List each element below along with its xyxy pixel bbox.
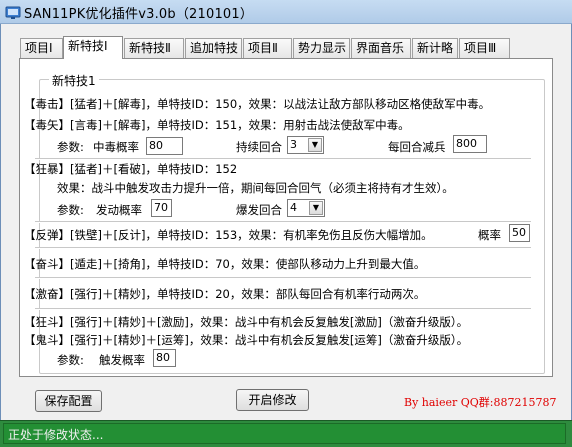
frenzy-duration-label: 爆发回合	[236, 203, 282, 217]
skill-frenzy: 【狂暴】[猛者]＋[看破]，单特技ID：152	[24, 162, 238, 176]
group-title: 新特技1	[49, 72, 99, 89]
title-bar[interactable]: SAN11PK优化插件v3.0b（210101）	[0, 0, 572, 24]
tab-new-strategy[interactable]: 新计略	[412, 38, 458, 58]
save-config-button[interactable]: 保存配置	[35, 390, 102, 412]
chevron-down-icon[interactable]: ▼	[309, 201, 323, 215]
skill-fury: 【狂斗】[强行]＋[精妙]＋[激励]，效果：战斗中有机会反复触发[激励]（激奋升…	[24, 315, 469, 329]
tab-project-3[interactable]: 项目Ⅲ	[459, 38, 510, 58]
tab-project-2[interactable]: 项目Ⅱ	[243, 38, 292, 58]
tab-added-skills[interactable]: 追加特技	[185, 38, 242, 58]
divider	[35, 158, 531, 160]
tab-ui-music[interactable]: 界面音乐	[351, 38, 411, 58]
tab-new-skill-2[interactable]: 新特技Ⅱ	[124, 38, 184, 58]
divider	[35, 308, 531, 310]
poison-rate-input[interactable]: 80	[146, 137, 183, 155]
poison-rate-label: 中毒概率	[93, 140, 139, 154]
divider	[35, 247, 531, 249]
app-icon	[5, 6, 21, 19]
author-credit: By haieer QQ群:887215787	[404, 396, 557, 409]
frenzy-rate-input[interactable]: 70	[151, 199, 172, 217]
rebound-rate-input[interactable]: 50	[509, 224, 530, 242]
frenzy-duration-value: 4	[290, 201, 297, 214]
fury-rate-input[interactable]: 80	[153, 349, 176, 367]
divider	[35, 277, 531, 279]
divider	[35, 221, 531, 223]
rebound-rate-label: 概率	[478, 228, 501, 242]
poison-reduce-input[interactable]: 800	[453, 135, 487, 153]
tab-faction-display[interactable]: 势力显示	[293, 38, 350, 58]
frenzy-duration-select[interactable]: 4 ▼	[287, 199, 325, 217]
status-text: 正处于修改状态...	[8, 428, 104, 442]
param-label: 参数:	[57, 203, 84, 217]
status-panel: 正处于修改状态...	[3, 423, 566, 444]
skill-ghost: 【鬼斗】[强行]＋[精妙]＋[运筹]，效果：战斗中有机会反复触发[运筹]（激奋升…	[24, 333, 469, 347]
status-bar: 正处于修改状态...	[0, 420, 572, 447]
tab-new-skill-1[interactable]: 新特技Ⅰ	[63, 36, 123, 59]
tab-project-1[interactable]: 项目Ⅰ	[20, 38, 63, 58]
frenzy-rate-label: 发动概率	[96, 203, 142, 217]
skill-poison-arrow: 【毒矢】[言毒]＋[解毒]，单特技ID：151，效果：用射击战法使敌军中毒。	[24, 118, 410, 132]
param-label: 参数:	[57, 353, 84, 367]
poison-duration-value: 3	[290, 138, 297, 151]
poison-duration-label: 持续回合	[236, 140, 282, 154]
poison-duration-select[interactable]: 3 ▼	[287, 136, 324, 154]
skill-charge: 【奋斗】[遁走]＋[掎角]，单特技ID：70，效果：使部队移动力上升到最大值。	[24, 257, 426, 271]
skill-excite: 【激奋】[强行]＋[精妙]，单特技ID：20，效果：部队每回合有机率行动两次。	[24, 287, 426, 301]
skill-rebound: 【反弹】[铁壁]＋[反计]，单特技ID：153，效果：有机率免伤且反伤大幅增加。	[24, 228, 433, 242]
param-label: 参数:	[57, 140, 84, 154]
tab-panel-new-skill-1: 新特技1 【毒击】[猛者]＋[解毒]，单特技ID：150，效果：以战法让敌方部队…	[19, 58, 553, 377]
skill-frenzy-effect: 效果：战斗中触发攻击力提升一倍，期间每回合回气（必须主将持有才生效）。	[57, 181, 454, 195]
skill-poison-strike: 【毒击】[猛者]＋[解毒]，单特技ID：150，效果：以战法让敌方部队移动区格使…	[24, 97, 491, 111]
poison-reduce-label: 每回合减兵	[388, 140, 446, 154]
fury-rate-label: 触发概率	[99, 353, 145, 367]
enable-modify-button[interactable]: 开启修改	[236, 389, 309, 411]
chevron-down-icon[interactable]: ▼	[308, 138, 322, 152]
window-title: SAN11PK优化插件v3.0b（210101）	[24, 7, 254, 22]
